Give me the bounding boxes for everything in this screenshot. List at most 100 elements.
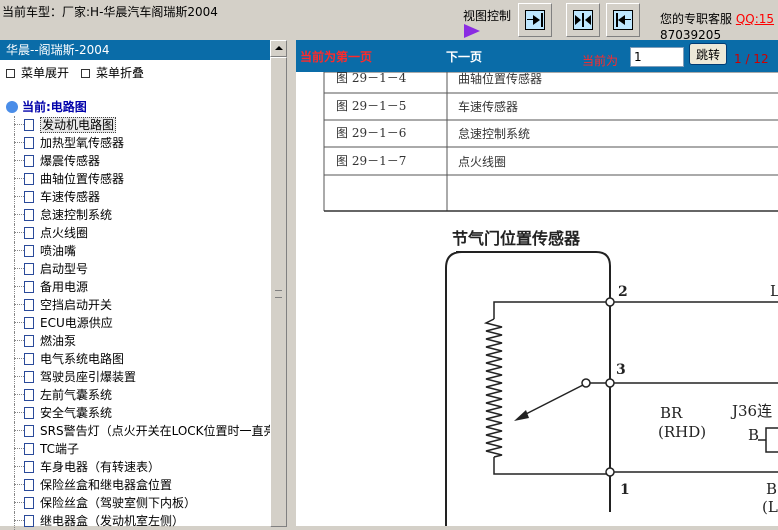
tree-connector xyxy=(14,358,24,359)
top-toolbar: 当前车型：厂家:H-华晨汽车阁瑞斯2004 视图控制 您的专职客服 QQ:15 … xyxy=(0,0,778,42)
tree-connector xyxy=(14,224,15,242)
tree-connector xyxy=(14,430,24,431)
tree-item-label: 车速传感器 xyxy=(40,190,101,204)
tree-item-label: TC端子 xyxy=(40,442,80,456)
tree-item-label: 加热型氧传感器 xyxy=(40,136,125,150)
wiper-arrow-head-icon xyxy=(514,410,529,421)
tree-item[interactable]: 保险丝盒（驾驶室侧下内板） xyxy=(0,494,270,512)
tree-item[interactable]: 曲轴位置传感器 xyxy=(0,170,270,188)
page-number-input[interactable] xyxy=(630,47,684,67)
resistor-symbol xyxy=(483,318,503,458)
tree-item[interactable]: 驾驶员座引爆装置 xyxy=(0,368,270,386)
tree-item-label: 点火线圈 xyxy=(40,226,89,240)
figure-index-table xyxy=(323,72,778,212)
document-icon xyxy=(24,245,34,257)
tree-connector xyxy=(14,314,15,332)
jump-button[interactable]: 跳转 xyxy=(689,43,727,65)
first-page-link[interactable]: 当前为第一页 xyxy=(300,48,372,65)
tree-item[interactable]: 爆震传感器 xyxy=(0,152,270,170)
tree-item-label: 安全气囊系统 xyxy=(40,406,113,420)
tree-item-label: 保险丝盒（驾驶室侧下内板） xyxy=(40,496,197,510)
document-icon xyxy=(24,335,34,347)
document-icon xyxy=(24,515,34,527)
tree-item[interactable]: 启动型号 xyxy=(0,260,270,278)
document-icon xyxy=(24,317,34,329)
tree-item[interactable]: 电气系统电路图 xyxy=(0,350,270,368)
view-control-label: 视图控制 xyxy=(463,9,512,23)
tree-root[interactable]: 当前:电路图 xyxy=(6,98,87,115)
document-icon xyxy=(24,173,34,185)
document-icon xyxy=(24,371,34,383)
scroll-thumb[interactable] xyxy=(270,57,287,527)
tree-item[interactable]: 左前气囊系统 xyxy=(0,386,270,404)
collapse-all-menu[interactable]: 菜单折叠 xyxy=(81,64,144,81)
tree-connector xyxy=(14,178,24,179)
tree-item[interactable]: 空挡启动开关 xyxy=(0,296,270,314)
document-icon xyxy=(24,425,34,437)
expand-all-menu[interactable]: 菜单展开 xyxy=(6,64,69,81)
document-icon xyxy=(24,389,34,401)
document-icon xyxy=(24,407,34,419)
wire-color-b: B xyxy=(766,480,777,498)
tree-connector xyxy=(14,404,15,422)
grip-icon xyxy=(275,290,282,298)
tree-item[interactable]: 保险丝盒和继电器盒位置 xyxy=(0,476,270,494)
tree-item[interactable]: ECU电源供应 xyxy=(0,314,270,332)
tree-connector xyxy=(14,448,24,449)
qq-link[interactable]: QQ:15 xyxy=(736,12,774,26)
tree-connector xyxy=(14,484,24,485)
tree-connector xyxy=(14,494,15,512)
tree-item[interactable]: SRS警告灯（点火开关在LOCK位置时一直亮） xyxy=(0,422,270,440)
left-scrollbar[interactable] xyxy=(270,40,287,527)
table-row-fig: 图 29－1－5 xyxy=(336,99,406,113)
fit-center-button[interactable] xyxy=(566,3,600,37)
tree-item[interactable]: 燃油泵 xyxy=(0,332,270,350)
terminal-3 xyxy=(605,378,615,388)
scroll-up-button[interactable] xyxy=(270,40,287,57)
wire-color-br: BR xyxy=(660,404,683,422)
document-icon xyxy=(24,209,34,221)
table-row-fig: 图 29－1－7 xyxy=(336,154,406,168)
tree-item[interactable]: 怠速控制系统 xyxy=(0,206,270,224)
arrow-up-icon xyxy=(275,46,283,50)
tree-connector xyxy=(14,340,24,341)
terminal-1 xyxy=(605,467,615,477)
fit-right-button[interactable] xyxy=(518,3,552,37)
tree-item[interactable]: TC端子 xyxy=(0,440,270,458)
wire-rhd-label: (RHD) xyxy=(658,423,706,441)
table-row-fig: 图 29－1－4 xyxy=(336,72,407,85)
circuit-tree: 发动机电路图加热型氧传感器 爆震传感器曲轴位置传感器 车速传感器怠速控制系统点火线圈… xyxy=(0,116,270,530)
tree-item[interactable]: 发动机电路图 xyxy=(0,116,270,134)
next-page-link[interactable]: 下一页 xyxy=(446,48,482,65)
tree-connector xyxy=(14,170,15,188)
terminal-2 xyxy=(605,297,615,307)
current-page-label: 当前为 xyxy=(582,54,619,68)
tree-item-label: 备用电源 xyxy=(40,280,89,294)
tree-item-label: 曲轴位置传感器 xyxy=(40,172,125,186)
tree-item[interactable]: 车速传感器 xyxy=(0,188,270,206)
document-icon xyxy=(24,461,34,473)
tree-connector xyxy=(14,440,15,458)
tree-item-label: 爆震传感器 xyxy=(40,154,101,168)
document-icon xyxy=(24,353,34,365)
tree-item[interactable]: 点火线圈 xyxy=(0,224,270,242)
tree-connector xyxy=(14,160,24,161)
collapse-square-icon xyxy=(81,69,90,78)
tree-connector xyxy=(14,188,15,206)
tree-item[interactable]: 继电器盒（发动机室左侧） xyxy=(0,512,270,530)
tree-item-label: 启动型号 xyxy=(40,262,89,276)
tree-item[interactable]: 安全气囊系统 xyxy=(0,404,270,422)
tree-item[interactable]: 加热型氧传感器 xyxy=(0,134,270,152)
tree-item[interactable]: 车身电器（有转速表） xyxy=(0,458,270,476)
tree-item[interactable]: 备用电源 xyxy=(0,278,270,296)
line-icon xyxy=(624,19,631,20)
play-arrow-icon[interactable] xyxy=(464,24,480,38)
fit-left-button[interactable] xyxy=(606,3,640,37)
panel-splitter[interactable] xyxy=(287,40,296,526)
arrow-left-icon xyxy=(618,15,625,25)
tree-item[interactable]: 喷油嘴 xyxy=(0,242,270,260)
tree-connector xyxy=(14,422,15,440)
document-icon xyxy=(24,263,34,275)
page-navigation: 当前为第一页 下一页 当前为 跳转 1 / 12 xyxy=(296,40,778,72)
tree-connector xyxy=(14,332,15,350)
